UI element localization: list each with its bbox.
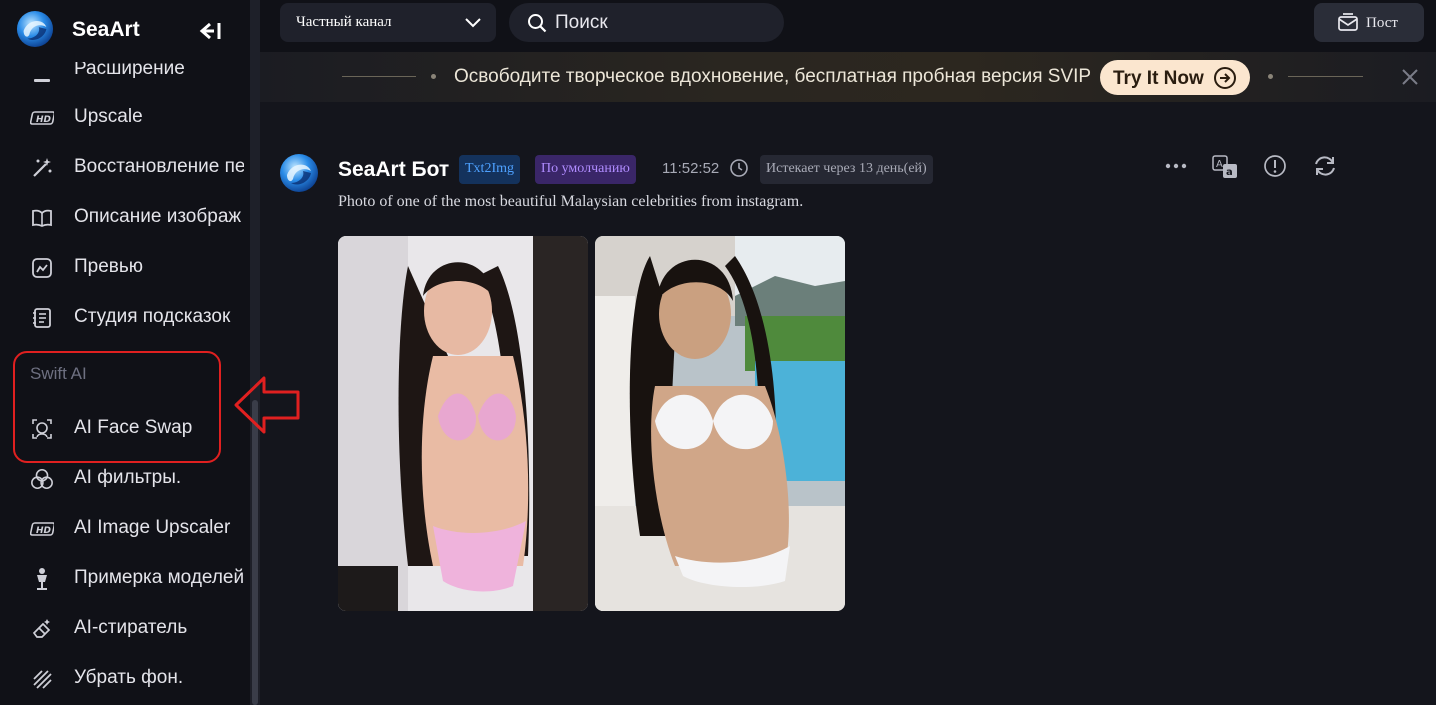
svg-text:HD: HD — [36, 115, 52, 125]
prompt-text: Photo of one of the most beautiful Malay… — [338, 193, 804, 210]
sidebar-item-label: Примерка моделей — [74, 567, 244, 588]
sidebar-item-upscale[interactable]: HD Upscale — [0, 98, 248, 138]
eraser-icon — [30, 617, 54, 641]
channel-select-value: Частный канал — [296, 14, 392, 30]
brand-name: SeaArt — [72, 18, 140, 41]
bot-avatar[interactable] — [279, 153, 319, 193]
sidebar-scrollbar[interactable] — [250, 0, 260, 705]
expiry-badge: Истекает через 13 день(ей) — [760, 155, 933, 184]
sidebar-item-image-upscaler[interactable]: HD AI Image Upscaler — [0, 509, 248, 549]
sidebar-item-restore[interactable]: Восстановление пе — [0, 148, 248, 188]
stripes-icon — [30, 667, 54, 691]
annotation-arrow-icon — [234, 376, 300, 434]
sidebar-item-ai-eraser[interactable]: AI-стиратель — [0, 609, 248, 649]
post-button[interactable]: Пост — [1314, 3, 1424, 42]
sidebar-item-model-fitting[interactable]: Примерка моделей — [0, 559, 248, 599]
promo-divider — [1288, 76, 1363, 77]
more-options-icon[interactable] — [1162, 153, 1190, 181]
promo-dot — [431, 74, 436, 79]
translate-icon[interactable]: Aa — [1211, 153, 1239, 181]
mode-badge: Txt2Img — [459, 155, 520, 184]
collapse-sidebar-icon[interactable] — [198, 20, 222, 42]
try-it-now-button[interactable]: Try It Now — [1100, 60, 1250, 95]
sidebar-item-prompt-studio[interactable]: Студия подсказок — [0, 298, 248, 338]
bot-name: SeaArt Бот — [338, 158, 450, 181]
preview-icon — [30, 256, 54, 280]
filters-icon — [30, 467, 54, 491]
message-timestamp: 11:52:52 — [662, 160, 720, 177]
sidebar-item-remove-bg[interactable]: Убрать фон. — [0, 659, 248, 699]
magic-wand-icon — [30, 156, 54, 180]
regenerate-icon[interactable] — [1311, 153, 1339, 181]
sidebar-item-label: AI фильтры. — [74, 467, 182, 488]
hd-icon: HD — [30, 106, 54, 130]
book-icon — [30, 206, 54, 230]
sidebar-item-describe[interactable]: Описание изображ — [0, 198, 248, 238]
promo-divider — [342, 76, 416, 77]
channel-select[interactable]: Частный канал — [280, 3, 496, 42]
try-it-now-label: Try It Now — [1113, 68, 1204, 89]
sidebar-item-label: AI-стиратель — [74, 617, 188, 638]
report-icon[interactable] — [1261, 153, 1289, 181]
post-icon — [1338, 13, 1358, 31]
sidebar-item-preview[interactable]: Превью — [0, 248, 248, 288]
generated-image-2[interactable] — [595, 236, 845, 611]
scrollbar-thumb[interactable] — [252, 400, 258, 705]
sidebar-item-label: Превью — [74, 256, 144, 277]
notebook-icon — [30, 306, 54, 330]
arrow-right-circle-icon — [1214, 67, 1236, 89]
mannequin-icon — [30, 567, 54, 591]
seaart-logo-icon — [16, 10, 54, 48]
search-icon — [528, 14, 547, 33]
preset-badge: По умолчанию — [535, 155, 636, 184]
close-banner-icon[interactable] — [1400, 67, 1420, 87]
post-button-label: Пост — [1366, 15, 1398, 31]
annotation-highlight-box — [13, 351, 221, 463]
generated-image-1[interactable] — [338, 236, 588, 611]
svg-text:A: A — [1216, 159, 1223, 170]
clock-icon — [730, 159, 748, 177]
sidebar-item-ai-filters[interactable]: AI фильтры. — [0, 459, 248, 499]
extension-icon — [30, 68, 54, 92]
sidebar-item-label: Восстановление пе — [74, 156, 244, 177]
promo-text: Освободите творческое вдохновение, беспл… — [454, 66, 1092, 87]
sidebar-item-label: Убрать фон. — [74, 667, 184, 688]
search-box[interactable] — [509, 3, 784, 42]
sidebar: SeaArt Расширение HD Upscale Восстановле… — [0, 0, 250, 705]
promo-dot — [1268, 74, 1273, 79]
svg-text:a: a — [1226, 167, 1233, 178]
sidebar-item-label: AI Image Upscaler — [74, 517, 231, 538]
scroll-clip — [0, 48, 248, 62]
search-input[interactable] — [555, 11, 775, 35]
sidebar-item-label: Студия подсказок — [74, 306, 231, 327]
sidebar-item-label: Описание изображ — [74, 206, 242, 227]
hd-icon: HD — [30, 517, 54, 541]
sidebar-item-label: Upscale — [74, 106, 143, 127]
chevron-down-icon — [465, 18, 481, 28]
svg-text:HD: HD — [36, 526, 52, 536]
